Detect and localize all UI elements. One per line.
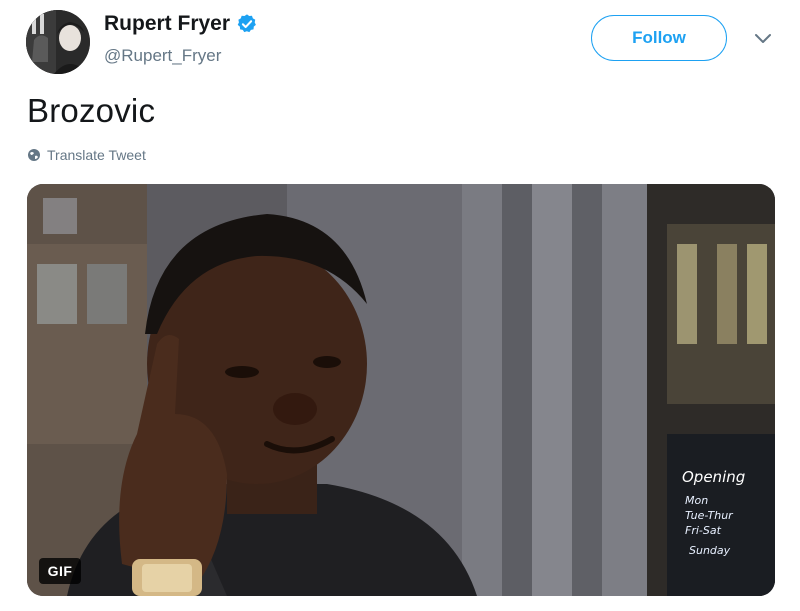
user-handle[interactable]: @Rupert_Fryer bbox=[104, 46, 221, 66]
avatar[interactable] bbox=[26, 10, 90, 74]
name-row: Rupert Fryer bbox=[104, 12, 258, 36]
tweet-card: Rupert Fryer @Rupert_Fryer Follow Brozov… bbox=[0, 0, 800, 611]
gif-frame: Opening Mon Tue-Thur Fri-Sat Sunday bbox=[27, 184, 775, 596]
sign-tue-thur: Tue-Thur bbox=[685, 509, 734, 522]
follow-button[interactable]: Follow bbox=[591, 15, 727, 61]
tweet-text: Brozovic bbox=[27, 92, 156, 129]
gif-badge: GIF bbox=[39, 558, 81, 584]
translate-label: Translate Tweet bbox=[47, 147, 146, 163]
sign-fri-sat: Fri-Sat bbox=[685, 524, 722, 537]
chevron-down-icon[interactable] bbox=[754, 32, 772, 46]
globe-icon bbox=[28, 149, 40, 161]
display-name[interactable]: Rupert Fryer bbox=[104, 12, 230, 36]
translate-tweet-link[interactable]: Translate Tweet bbox=[27, 147, 146, 163]
verified-badge-icon bbox=[236, 13, 258, 35]
sign-sunday: Sunday bbox=[689, 544, 731, 557]
gif-media[interactable]: Opening Mon Tue-Thur Fri-Sat Sunday bbox=[27, 184, 775, 596]
sign-opening: Opening bbox=[682, 468, 745, 486]
sign-mon: Mon bbox=[685, 494, 708, 507]
